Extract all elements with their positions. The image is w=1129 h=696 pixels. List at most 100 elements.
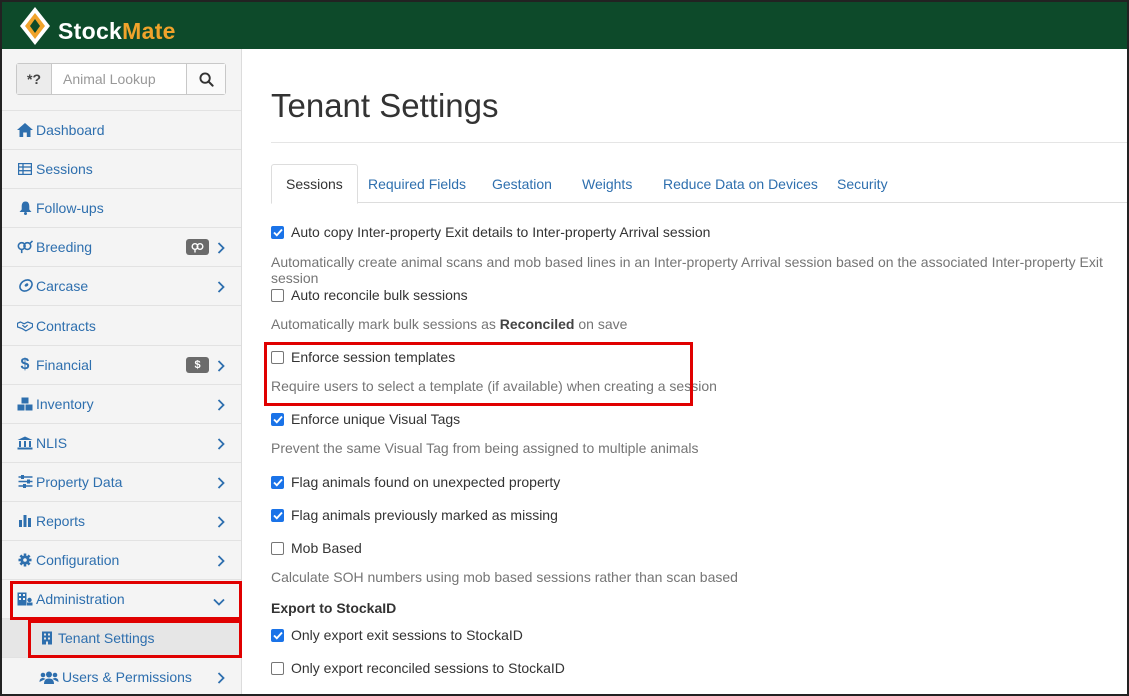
animal-lookup-search: *? (16, 63, 226, 95)
financial-badge: $ (186, 356, 209, 373)
setting-auto-reconcile-bulk[interactable]: Auto reconcile bulk sessions (271, 287, 468, 303)
sidebar-item-label: Follow-ups (36, 200, 104, 217)
section-heading-export: Export to StockaID (271, 600, 397, 616)
table-icon (17, 161, 33, 177)
sidebar-item-property-data[interactable]: Property Data (0, 461, 241, 501)
setting-export-reconciled-sessions[interactable]: Only export reconciled sessions to Stock… (271, 660, 565, 676)
setting-description: Automatically mark bulk sessions as Reco… (271, 316, 628, 332)
bell-icon (17, 200, 33, 216)
users-icon (39, 669, 59, 685)
setting-label: Auto reconcile bulk sessions (291, 287, 468, 303)
highlight-tenant-settings (28, 620, 242, 658)
sidebar-item-configuration[interactable]: Configuration (0, 540, 241, 579)
setting-label: Only export reconciled sessions to Stock… (291, 660, 565, 676)
setting-description: Automatically create animal scans and mo… (271, 254, 1103, 286)
sidebar-item-financial[interactable]: $ Financial $ (0, 344, 241, 384)
handshake-icon (17, 318, 33, 334)
setting-flag-previously-missing[interactable]: Flag animals previously marked as missin… (271, 507, 558, 523)
sidebar-item-label: Reports (36, 512, 86, 529)
chevron-right-icon (217, 476, 225, 492)
chevron-right-icon (217, 398, 225, 414)
setting-label: Mob Based (291, 540, 362, 556)
setting-mob-based[interactable]: Mob Based (271, 540, 362, 556)
highlight-enforce-session-templates (264, 342, 693, 406)
gender-badge-icon (191, 242, 203, 253)
tab-required-fields[interactable]: Required Fields (368, 164, 466, 204)
dollar-icon: $ (20, 355, 30, 373)
setting-export-exit-sessions[interactable]: Only export exit sessions to StockaID (271, 627, 523, 643)
home-icon (17, 122, 33, 138)
tab-gestation[interactable]: Gestation (492, 164, 552, 204)
building-columns-icon (17, 435, 33, 451)
page-title: Tenant Settings (271, 87, 499, 124)
sidebar-item-dashboard[interactable]: Dashboard (0, 110, 241, 149)
tab-sessions[interactable]: Sessions (271, 164, 358, 204)
setting-label: Enforce unique Visual Tags (291, 411, 461, 427)
sidebar-item-contracts[interactable]: Contracts (0, 305, 241, 344)
setting-label: Auto copy Inter-property Exit details to… (291, 224, 711, 240)
checkbox[interactable] (271, 628, 284, 642)
sidebar-item-label: Contracts (36, 317, 96, 334)
checkbox[interactable] (271, 661, 284, 675)
sidebar-item-follow-ups[interactable]: Follow-ups (0, 188, 241, 227)
sidebar-item-label: Configuration (36, 552, 120, 569)
bar-chart-icon (17, 513, 33, 529)
chevron-right-icon (217, 280, 225, 296)
sidebar-item-label: Property Data (36, 473, 123, 490)
check-icon (272, 228, 283, 237)
setting-description: Prevent the same Visual Tag from being a… (271, 440, 699, 456)
sidebar-item-label: Financial (36, 356, 93, 373)
tab-weights[interactable]: Weights (582, 164, 632, 204)
chevron-right-icon (217, 515, 225, 531)
sidebar-item-label: NLIS (36, 434, 68, 451)
checkbox[interactable] (271, 541, 284, 555)
checkbox[interactable] (271, 412, 284, 426)
animal-lookup-input[interactable] (52, 64, 186, 94)
sidebar-item-sessions[interactable]: Sessions (0, 149, 241, 188)
meat-icon (17, 278, 33, 294)
chevron-right-icon (217, 554, 225, 570)
chevron-right-icon (217, 437, 225, 453)
search-icon (198, 71, 214, 87)
chevron-right-icon (217, 671, 225, 687)
chevron-right-icon (217, 359, 225, 375)
highlight-administration (10, 581, 242, 620)
checkbox[interactable] (271, 288, 284, 302)
search-wildcard-prefix[interactable]: *? (17, 64, 52, 94)
sidebar-item-label: Carcase (36, 278, 89, 295)
check-icon (272, 511, 283, 520)
checkbox[interactable] (271, 225, 284, 239)
brand-name: StockMate (58, 17, 176, 44)
setting-description: Calculate SOH numbers using mob based se… (271, 569, 738, 585)
brand-logo[interactable]: StockMate (18, 4, 176, 48)
top-header: StockMate (0, 0, 1129, 49)
sidebar-item-inventory[interactable]: Inventory (0, 383, 241, 423)
checkbox[interactable] (271, 508, 284, 522)
boxes-icon (17, 396, 33, 412)
sidebar-item-reports[interactable]: Reports (0, 500, 241, 540)
stockmate-logo-icon (20, 7, 50, 45)
sidebar-item-carcase[interactable]: Carcase (0, 266, 241, 305)
setting-auto-copy-inter-property[interactable]: Auto copy Inter-property Exit details to… (271, 224, 710, 240)
sidebar-item-breeding[interactable]: Breeding (0, 227, 241, 266)
sidebar-item-nlis[interactable]: NLIS (0, 422, 241, 462)
breeding-badge (186, 239, 209, 256)
check-icon (272, 631, 283, 640)
title-divider (271, 142, 1128, 143)
checkbox[interactable] (271, 475, 284, 489)
sidebar-subitem-users-permissions[interactable]: Users & Permissions (0, 657, 241, 696)
gear-icon (17, 552, 33, 568)
sidebar-item-label: Dashboard (36, 122, 105, 139)
sidebar-item-label: Breeding (36, 239, 93, 256)
setting-flag-unexpected-property[interactable]: Flag animals found on unexpected propert… (271, 474, 560, 490)
setting-enforce-unique-visual-tags[interactable]: Enforce unique Visual Tags (271, 411, 460, 427)
chevron-right-icon (217, 241, 225, 257)
setting-label: Only export exit sessions to StockaID (291, 627, 523, 643)
setting-label: Flag animals previously marked as missin… (291, 507, 558, 523)
setting-label: Flag animals found on unexpected propert… (291, 474, 561, 490)
tab-security[interactable]: Security (837, 164, 888, 204)
sidebar-item-label: Inventory (36, 395, 94, 412)
tab-reduce-data-on-devices[interactable]: Reduce Data on Devices (663, 164, 818, 204)
check-icon (272, 478, 283, 487)
search-button[interactable] (186, 64, 225, 94)
